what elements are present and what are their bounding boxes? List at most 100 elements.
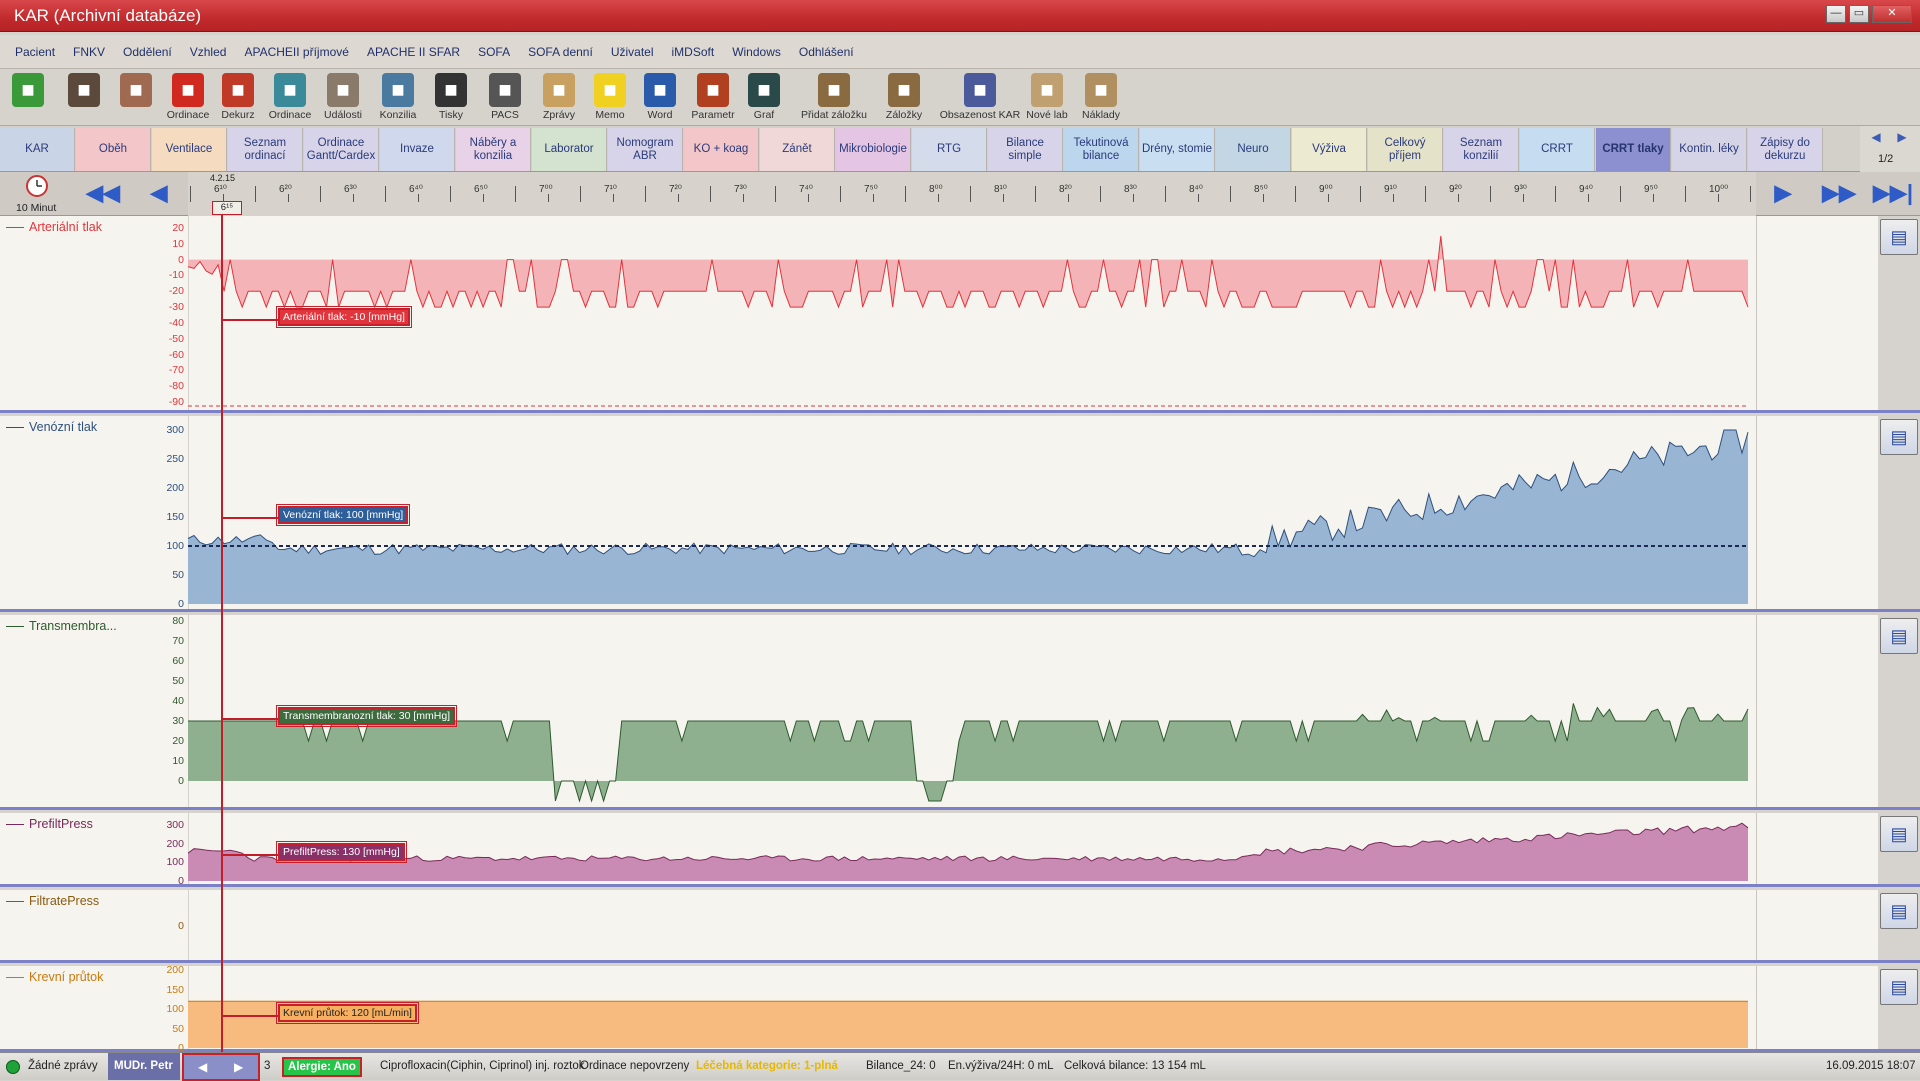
menu-item[interactable]: Pacient	[6, 45, 64, 59]
ruler-label: 6²⁰	[279, 184, 292, 195]
panel-settings-icon[interactable]: ▤	[1880, 969, 1918, 1005]
panel-settings-icon[interactable]: ▤	[1880, 219, 1918, 255]
tab-rtg[interactable]: RTG	[912, 128, 987, 171]
step-forward-button[interactable]: ▶	[1760, 174, 1806, 212]
toolbar-button[interactable]: ■	[4, 69, 52, 125]
toolbar-button[interactable]: ■ Přidat záložku	[794, 69, 874, 125]
tab-ordinace-gantt-cardex[interactable]: Ordinace Gantt/Cardex	[304, 128, 379, 171]
ruler-tick	[450, 186, 451, 202]
status-bar: Žádné zprávy MUDr. Petr ◀ ▶ 3 Alergie: A…	[0, 1052, 1920, 1081]
step-back-button[interactable]: ◀	[136, 174, 182, 212]
status-messages[interactable]: Žádné zprávy	[28, 1060, 98, 1072]
status-scroll[interactable]: ◀ ▶	[182, 1053, 260, 1081]
toolbar-button[interactable]: ■ Graf	[740, 69, 788, 125]
toolbar-button[interactable]: ■ Parametr	[686, 69, 740, 125]
panel-settings-icon[interactable]: ▤	[1880, 618, 1918, 654]
menu-item[interactable]: SOFA	[469, 45, 519, 59]
tab-celkov-p-jem[interactable]: Celkový příjem	[1368, 128, 1443, 171]
toolbar-button[interactable]: ■ Dekurz	[214, 69, 262, 125]
tab-tekutinov-bilance[interactable]: Tekutinová bilance	[1064, 128, 1139, 171]
tab-v-iva[interactable]: Výživa	[1292, 128, 1367, 171]
toolbar-button[interactable]: ■ PACS	[480, 69, 530, 125]
time-ruler[interactable]: 4.2.15 6¹⁰ 6²⁰ 6³⁰ 6⁴⁰ 6⁵⁰ 7⁰⁰ 7¹⁰ 7²⁰ 7³⁰ 7⁴⁰ 7⁵⁰…	[188, 172, 1756, 216]
tab-ko-koag[interactable]: KO + koag	[684, 128, 759, 171]
doctor-avatar-icon: ■	[68, 73, 100, 107]
tab-dr-ny-stomie[interactable]: Drény, stomie	[1140, 128, 1215, 171]
tab-page-indicator: 1/2	[1878, 153, 1894, 165]
toolbar-button[interactable]: ■ Záložky	[878, 69, 930, 125]
toolbar-button[interactable]: ■ Nové lab	[1022, 69, 1072, 125]
tab-crrt[interactable]: CRRT	[1520, 128, 1595, 171]
tab-neuro[interactable]: Neuro	[1216, 128, 1291, 171]
panel-plot[interactable]	[0, 890, 1920, 963]
tab-ob-h[interactable]: Oběh	[76, 128, 151, 171]
tooltip-connector	[222, 1015, 278, 1017]
menu-item[interactable]: Oddělení	[114, 45, 181, 59]
toolbar-button[interactable]: ■ Ordinace	[164, 69, 212, 125]
scroll-left-icon[interactable]: ◀	[198, 1060, 207, 1074]
tab-laborator[interactable]: Laborator	[532, 128, 607, 171]
toolbar-button[interactable]: ■ Tisky	[426, 69, 476, 125]
ruler-tick	[320, 186, 321, 202]
value-tooltip: Transmembranozní tlak: 30 [mmHg]	[275, 705, 458, 727]
maximize-button[interactable]: ▭	[1849, 5, 1869, 23]
ruler-tick	[1002, 194, 1004, 202]
menu-item[interactable]: SOFA denní	[519, 45, 602, 59]
minimize-button[interactable]: —	[1826, 5, 1846, 23]
menu-item[interactable]: Uživatel	[602, 45, 663, 59]
allergy-badge[interactable]: Alergie: Ano	[282, 1057, 362, 1077]
toolbar-button-label: Parametr	[691, 109, 735, 121]
tab-z-n-t[interactable]: Zánět	[760, 128, 835, 171]
tab-prev-icon[interactable]: ◀	[1868, 130, 1884, 146]
fast-forward-button[interactable]: ▶▶	[1816, 174, 1862, 212]
jump-end-button[interactable]: ▶▶|	[1870, 174, 1916, 212]
ruler-label: 9²⁰	[1449, 184, 1462, 195]
tab-mikrobiologie[interactable]: Mikrobiologie	[836, 128, 911, 171]
toolbar-button[interactable]: ■ Události	[318, 69, 368, 125]
toolbar-button[interactable]: ■	[112, 69, 160, 125]
menu-item[interactable]: FNKV	[64, 45, 114, 59]
menu-item[interactable]: Vzhled	[181, 45, 236, 59]
panel-settings-icon[interactable]: ▤	[1880, 893, 1918, 929]
menu-item[interactable]: APACHEII příjmové	[235, 45, 357, 59]
time-cursor-line[interactable]	[221, 203, 223, 1065]
status-user[interactable]: MUDr. Petr	[108, 1053, 180, 1080]
menu-item[interactable]: iMDSoft	[663, 45, 724, 59]
tooltip-connector	[222, 319, 278, 321]
tab-kontin-l-ky[interactable]: Kontin. léky	[1672, 128, 1747, 171]
close-button[interactable]: ✕	[1872, 5, 1912, 23]
tab-z-pisy-do-dekurzu[interactable]: Zápisy do dekurzu	[1748, 128, 1823, 171]
toolbar-button[interactable]: ■	[60, 69, 108, 125]
toolbar-button[interactable]: ■ Konzilia	[372, 69, 424, 125]
menu-item[interactable]: Odhlášení	[790, 45, 863, 59]
panel-settings-icon[interactable]: ▤	[1880, 816, 1918, 852]
tab-crrt-tlaky[interactable]: CRRT tlaky	[1596, 128, 1671, 171]
tab-next-icon[interactable]: ▶	[1894, 130, 1910, 146]
tooltip-connector	[222, 854, 278, 856]
interval-clock-icon[interactable]	[20, 174, 54, 202]
tab-invaze[interactable]: Invaze	[380, 128, 455, 171]
ruler-label: 7³⁰	[734, 184, 747, 195]
tab-seznam-konzili-[interactable]: Seznam konzilií	[1444, 128, 1519, 171]
tab-bilance-simple[interactable]: Bilance simple	[988, 128, 1063, 171]
toolbar-button[interactable]: ■ Zprávy	[534, 69, 584, 125]
ruler-label: 9⁰⁰	[1319, 184, 1333, 195]
toolbar-button[interactable]: ■ Ordinace	[264, 69, 316, 125]
tab-kar[interactable]: KAR	[0, 128, 75, 171]
scroll-right-icon[interactable]: ▶	[234, 1060, 243, 1074]
interval-label: 10 Minut	[16, 202, 57, 214]
toolbar-button[interactable]: ■ Náklady	[1076, 69, 1126, 125]
menu-item[interactable]: Windows	[723, 45, 790, 59]
tab-ventilace[interactable]: Ventilace	[152, 128, 227, 171]
fast-back-button[interactable]: ◀◀	[80, 174, 126, 212]
tab-nomogram-abr[interactable]: Nomogram ABR	[608, 128, 683, 171]
status-drug: Ciprofloxacin(Ciphin, Ciprinol) inj. roz…	[380, 1060, 585, 1072]
toolbar-button[interactable]: ■ Obsazenost KAR	[934, 69, 1026, 125]
tab-seznam-ordinac-[interactable]: Seznam ordinací	[228, 128, 303, 171]
tab-n-b-ry-a-konzilia[interactable]: Náběry a konzilia	[456, 128, 531, 171]
panel-settings-icon[interactable]: ▤	[1880, 419, 1918, 455]
toolbar-button[interactable]: ■ Word	[636, 69, 684, 125]
menu-item[interactable]: APACHE II SFAR	[358, 45, 469, 59]
binders-icon: ■	[222, 73, 254, 107]
toolbar-button[interactable]: ■ Memo	[586, 69, 634, 125]
